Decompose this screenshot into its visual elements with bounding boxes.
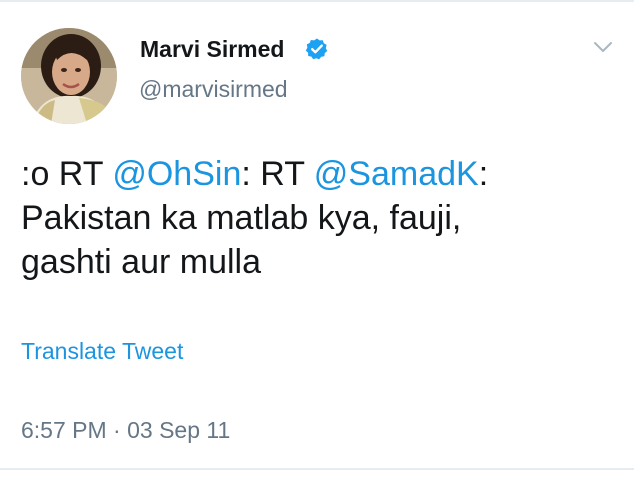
avatar-photo-icon: [21, 28, 117, 124]
tweet-timestamp[interactable]: 6:57 PM · 03 Sep 11: [21, 417, 230, 444]
tweet-prefix: :o RT: [21, 155, 113, 193]
tweet-text: :o RT @OhSin: RT @SamadK: Pakistan ka ma…: [21, 152, 611, 284]
tweet-middle: : RT: [241, 155, 314, 193]
bottom-divider: [0, 468, 634, 470]
translate-tweet-link[interactable]: Translate Tweet: [21, 338, 183, 365]
tweet-colon: :: [478, 155, 489, 193]
tweet-line-2: Pakistan ka matlab kya, fauji,: [21, 199, 462, 237]
user-handle[interactable]: @marvisirmed: [139, 76, 288, 103]
verified-badge-icon: [305, 38, 328, 60]
tweet-card: Marvi Sirmed @marvisirmed :o RT @OhSin: …: [0, 0, 634, 480]
tweet-line-3: gashti aur mulla: [21, 243, 262, 281]
display-name[interactable]: Marvi Sirmed: [140, 36, 284, 63]
avatar[interactable]: [21, 28, 117, 124]
tweet-line-1: :o RT @OhSin: RT @SamadK:: [21, 152, 611, 196]
mention-link[interactable]: @SamadK: [314, 155, 479, 193]
chevron-down-icon[interactable]: [593, 40, 613, 54]
top-divider: [0, 0, 634, 2]
mention-link[interactable]: @OhSin: [112, 155, 241, 193]
